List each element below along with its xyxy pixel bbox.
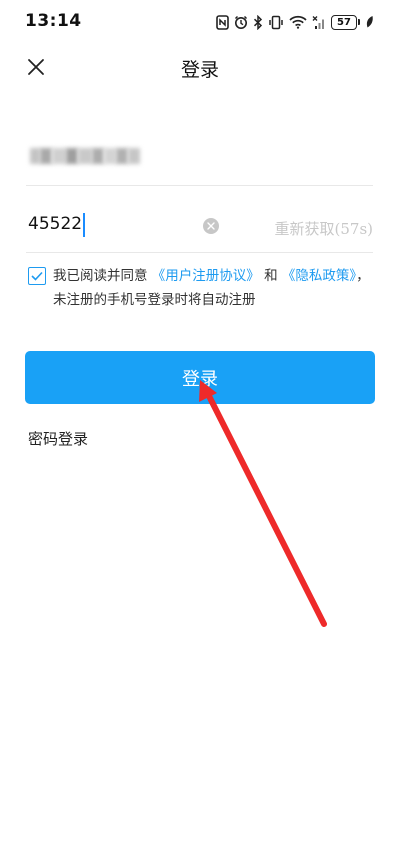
status-icons: 57 — [216, 12, 374, 32]
wifi-icon — [289, 15, 307, 29]
privacy-policy-link-a[interactable]: 《隐私政 — [282, 268, 336, 284]
phone-field[interactable] — [26, 132, 373, 186]
battery-level: 57 — [331, 14, 357, 30]
user-agreement-link[interactable]: 《用户注册协议》 — [152, 268, 260, 284]
bluetooth-icon — [253, 14, 263, 30]
status-bar: 13:14 57 — [0, 0, 400, 44]
agreement-text-2: 和 — [264, 268, 278, 284]
page-title: 登录 — [180, 59, 219, 81]
code-input[interactable]: 45522 — [28, 214, 82, 234]
battery-icon: 57 — [331, 14, 360, 30]
vibrate-icon — [268, 15, 284, 30]
leaf-icon — [365, 15, 374, 29]
verification-code-field: 45522 重新获取(57s) — [26, 200, 373, 253]
clear-icon — [207, 222, 215, 230]
privacy-policy-link-b[interactable]: 策》 — [336, 268, 356, 284]
no-signal-icon — [312, 15, 326, 30]
agreement-checkbox[interactable] — [28, 267, 46, 285]
alarm-icon — [234, 15, 248, 30]
check-icon — [31, 271, 43, 281]
header: 登录 — [0, 44, 400, 90]
clear-input-button[interactable] — [203, 218, 219, 234]
phone-number-blurred — [30, 146, 140, 166]
agreement-text: 我已阅读并同意 《用户注册协议》 和 《隐私政策》，未注册的手机号登录时将自动注… — [53, 264, 371, 312]
nfc-icon — [216, 14, 229, 30]
agreement-text-1: 我已阅读并同意 — [53, 268, 148, 284]
annotation-arrow-shaft — [204, 389, 327, 627]
password-login-link[interactable]: 密码登录 — [28, 428, 88, 449]
text-caret — [83, 213, 85, 237]
login-button[interactable]: 登录 — [25, 351, 375, 404]
status-time: 13:14 — [25, 11, 82, 31]
resend-code-button[interactable]: 重新获取(57s) — [275, 218, 374, 239]
